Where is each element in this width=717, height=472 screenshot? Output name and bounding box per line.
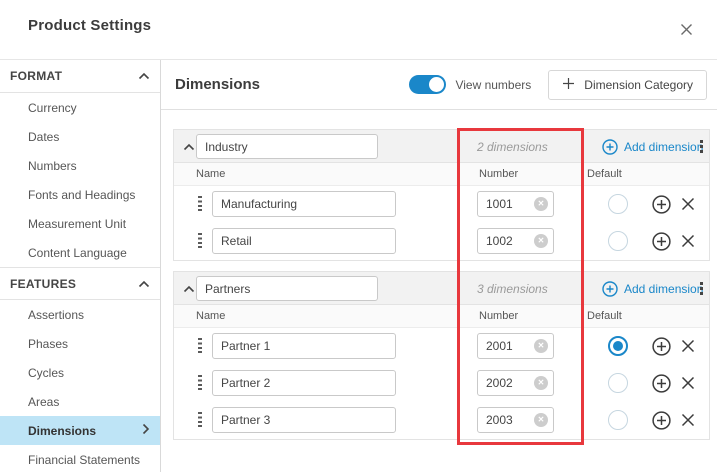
- column-name: Name: [196, 168, 225, 180]
- chevron-right-icon: [142, 423, 150, 438]
- dimension-category-industry: 2 dimensions Add dimension Name Number D…: [173, 129, 710, 261]
- sidebar-item-cycles[interactable]: Cycles: [0, 358, 160, 387]
- default-radio[interactable]: [608, 410, 628, 430]
- dimension-name-input[interactable]: [212, 407, 396, 433]
- dimension-name-input[interactable]: [212, 370, 396, 396]
- drag-handle-icon[interactable]: [198, 375, 202, 392]
- sidebar-item-dimensions[interactable]: Dimensions: [0, 416, 160, 445]
- default-radio[interactable]: [608, 336, 628, 356]
- product-settings-modal: Product Settings FORMAT Currency Dates N…: [0, 0, 717, 472]
- sidebar-item-areas[interactable]: Areas: [0, 387, 160, 416]
- sidebar-item-fonts-and-headings[interactable]: Fonts and Headings: [0, 180, 160, 209]
- toggle-knob: [429, 77, 444, 92]
- dimension-number-field: ✕: [477, 370, 554, 396]
- add-row-icon[interactable]: [652, 337, 671, 359]
- dimension-number-input[interactable]: [478, 334, 530, 358]
- column-number: Number: [479, 310, 518, 322]
- delete-row-icon[interactable]: [681, 413, 695, 430]
- delete-row-icon[interactable]: [681, 339, 695, 356]
- sidebar-item-measurement-unit[interactable]: Measurement Unit: [0, 209, 160, 238]
- dimensions-panel: Dimensions View numbers Dimension Catego…: [161, 60, 717, 472]
- dimension-row-manufacturing: ✕: [174, 186, 709, 223]
- drag-handle-icon[interactable]: [198, 412, 202, 429]
- add-dimension-category-button[interactable]: Dimension Category: [548, 70, 707, 100]
- dimension-row-retail: ✕: [174, 223, 709, 260]
- chevron-up-icon: [138, 69, 150, 83]
- sidebar-item-assertions[interactable]: Assertions: [0, 300, 160, 329]
- dimension-number-field: ✕: [477, 407, 554, 433]
- column-default: Default: [587, 310, 622, 322]
- plus-icon: [562, 77, 575, 93]
- kebab-menu-icon[interactable]: [692, 272, 710, 305]
- delete-row-icon[interactable]: [681, 197, 695, 214]
- column-headers: Name Number Default: [174, 305, 709, 328]
- dimension-count-label: 3 dimensions: [477, 272, 548, 305]
- collapse-chevron-icon[interactable]: [183, 140, 195, 154]
- drag-handle-icon[interactable]: [198, 196, 202, 213]
- add-row-icon[interactable]: [652, 195, 671, 217]
- category-header: 3 dimensions Add dimension: [174, 272, 709, 305]
- category-name-input[interactable]: [196, 276, 378, 301]
- dimension-number-input[interactable]: [478, 192, 530, 216]
- dimension-name-input[interactable]: [212, 228, 396, 254]
- dimension-number-input[interactable]: [478, 371, 530, 395]
- delete-row-icon[interactable]: [681, 234, 695, 251]
- dimension-name-input[interactable]: [212, 333, 396, 359]
- default-radio[interactable]: [608, 373, 628, 393]
- sidebar-item-phases[interactable]: Phases: [0, 329, 160, 358]
- default-radio[interactable]: [608, 231, 628, 251]
- clear-number-icon[interactable]: ✕: [534, 413, 548, 427]
- dimension-number-field: ✕: [477, 191, 554, 217]
- dimension-number-input[interactable]: [478, 229, 530, 253]
- drag-handle-icon[interactable]: [198, 233, 202, 250]
- sidebar-section-format[interactable]: FORMAT: [0, 60, 160, 93]
- view-numbers-label: View numbers: [455, 78, 531, 92]
- add-row-icon[interactable]: [652, 232, 671, 254]
- sidebar-section-label: FORMAT: [10, 69, 62, 83]
- category-name-input[interactable]: [196, 134, 378, 159]
- delete-row-icon[interactable]: [681, 376, 695, 393]
- add-dimension-link[interactable]: Add dimension: [602, 272, 703, 305]
- add-dimension-link[interactable]: Add dimension: [602, 130, 703, 163]
- sidebar-item-numbers[interactable]: Numbers: [0, 151, 160, 180]
- chevron-up-icon: [138, 277, 150, 291]
- clear-number-icon[interactable]: ✕: [534, 339, 548, 353]
- add-row-icon[interactable]: [652, 411, 671, 433]
- sidebar-section-features[interactable]: FEATURES: [0, 267, 160, 300]
- sidebar-section-label: FEATURES: [10, 277, 76, 291]
- dimension-number-field: ✕: [477, 333, 554, 359]
- settings-sidebar: FORMAT Currency Dates Numbers Fonts and …: [0, 60, 161, 472]
- add-row-icon[interactable]: [652, 374, 671, 396]
- column-default: Default: [587, 168, 622, 180]
- dimension-name-input[interactable]: [212, 191, 396, 217]
- dimension-category-partners: 3 dimensions Add dimension Name Number D…: [173, 271, 710, 440]
- collapse-chevron-icon[interactable]: [183, 282, 195, 296]
- sidebar-item-currency[interactable]: Currency: [0, 93, 160, 122]
- dimension-count-label: 2 dimensions: [477, 130, 548, 163]
- panel-header: Dimensions View numbers Dimension Catego…: [161, 60, 717, 110]
- sidebar-item-financial-statements[interactable]: Financial Statements: [0, 445, 160, 472]
- default-radio[interactable]: [608, 194, 628, 214]
- dimensions-content: 2 dimensions Add dimension Name Number D…: [161, 129, 717, 440]
- close-icon[interactable]: [675, 18, 697, 40]
- sidebar-item-content-language[interactable]: Content Language: [0, 238, 160, 267]
- clear-number-icon[interactable]: ✕: [534, 197, 548, 211]
- clear-number-icon[interactable]: ✕: [534, 376, 548, 390]
- dimension-row-partner-2: ✕: [174, 365, 709, 402]
- dimension-row-partner-1: ✕: [174, 328, 709, 365]
- panel-title: Dimensions: [175, 76, 260, 93]
- column-headers: Name Number Default: [174, 163, 709, 186]
- category-header: 2 dimensions Add dimension: [174, 130, 709, 163]
- view-numbers-toggle[interactable]: [409, 75, 446, 94]
- drag-handle-icon[interactable]: [198, 338, 202, 355]
- page-title: Product Settings: [28, 17, 151, 34]
- column-number: Number: [479, 168, 518, 180]
- sidebar-item-dates[interactable]: Dates: [0, 122, 160, 151]
- column-name: Name: [196, 310, 225, 322]
- clear-number-icon[interactable]: ✕: [534, 234, 548, 248]
- dimension-number-input[interactable]: [478, 408, 530, 432]
- dimension-number-field: ✕: [477, 228, 554, 254]
- dimension-row-partner-3: ✕: [174, 402, 709, 439]
- kebab-menu-icon[interactable]: [692, 130, 710, 163]
